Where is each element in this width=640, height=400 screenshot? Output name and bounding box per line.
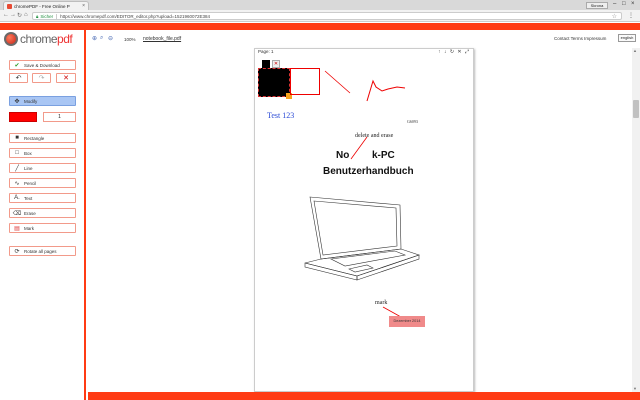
chromepdf-logo[interactable]: chrome pdf xyxy=(4,30,73,48)
document-title-no: No xyxy=(336,150,350,161)
logo-text-chrome: chrome xyxy=(20,32,58,46)
logo-text-pdf: pdf xyxy=(57,32,73,46)
undo-icon: ↶ xyxy=(15,75,22,82)
lock-icon: 🔒︎ xyxy=(36,13,39,19)
profile-button[interactable]: Skrona xyxy=(586,2,608,9)
line-icon: ╱ xyxy=(15,165,19,172)
box-outline-icon: □ xyxy=(15,150,19,156)
move-arrows-icon: ✥ xyxy=(14,98,20,105)
url-input[interactable]: 🔒︎ Sicher https://www.chromepdf.com/EDIT… xyxy=(32,12,622,20)
tool-rectangle[interactable]: ■ Rectangle xyxy=(9,133,76,143)
rotate-label: Rotate all pages xyxy=(24,248,57,254)
browser-tabstrip: chromePDF - Free Online P × Skrona – □ × xyxy=(0,0,640,10)
mark-text-annotation[interactable]: mark xyxy=(375,300,387,306)
zoom-level: 100% xyxy=(124,37,136,42)
save-download-button[interactable]: ✔ Save & Download xyxy=(9,60,76,70)
window-close-button[interactable]: × xyxy=(631,1,635,7)
undo-button[interactable]: ↶ xyxy=(9,73,28,83)
pencil-icon: ∿ xyxy=(14,180,20,187)
chromepdf-favicon-icon xyxy=(7,3,12,9)
footer-accent-bar xyxy=(88,392,640,400)
tool-label: Mark xyxy=(24,225,34,231)
home-icon[interactable]: ⌂ xyxy=(24,12,28,18)
redo-button[interactable]: ↷ xyxy=(32,73,51,83)
zoom-in-icon[interactable]: ⊕ xyxy=(92,35,97,42)
tool-label: Text xyxy=(24,195,33,201)
modify-button[interactable]: ✥ Modify xyxy=(9,96,76,106)
tool-mark[interactable]: ▤ Mark xyxy=(9,223,76,233)
checkmark-icon: ✔ xyxy=(14,62,20,69)
tool-label: Pencil xyxy=(24,180,37,186)
editor-toolbar: ⊕ ⌕ ⊖ 100% notebook_file.pdf Contact Ter… xyxy=(88,30,640,48)
rotate-icon: ⟳ xyxy=(14,248,20,255)
file-name[interactable]: notebook_file.pdf xyxy=(143,36,181,42)
tool-text[interactable]: A. Text xyxy=(9,193,76,203)
tab-chromepdf[interactable]: chromePDF - Free Online P × xyxy=(3,1,89,10)
tool-label: Rectangle xyxy=(24,135,45,141)
delete-erase-text-annotation[interactable]: delete and erase xyxy=(355,133,393,139)
tab-title: chromePDF - Free Online P xyxy=(14,3,70,9)
logo-circle-icon xyxy=(4,32,18,46)
tool-sidebar: chrome pdf ✔ Save & Download ↶ ↷ ✕ ✥ Modi… xyxy=(0,30,86,400)
bookmark-star-icon[interactable]: ☆ xyxy=(612,13,617,20)
delete-button[interactable]: ✕ xyxy=(56,73,76,83)
redo-icon: ↷ xyxy=(38,75,45,82)
back-icon[interactable]: ← xyxy=(3,12,9,18)
url-text: https://www.chromepdf.com/EDITOR_editor.… xyxy=(60,13,211,19)
modify-label: Modify xyxy=(24,98,38,104)
minimize-button[interactable]: – xyxy=(613,1,616,7)
footer-links[interactable]: Contact Terms Impressum xyxy=(554,36,606,41)
red-line-annotation xyxy=(324,70,351,94)
tab-close-icon[interactable]: × xyxy=(82,3,85,9)
tool-label: Box xyxy=(24,150,32,156)
tool-label: Erase xyxy=(24,210,36,216)
delete-strike-line xyxy=(350,136,368,160)
zoom-search-icon[interactable]: ⌕ xyxy=(100,35,103,42)
tool-erase[interactable]: ⌫ Erase xyxy=(9,208,76,218)
eraser-icon: ⌫ xyxy=(12,210,22,217)
language-select[interactable]: english xyxy=(618,34,636,42)
browser-menu-icon[interactable]: ⋮ xyxy=(628,12,634,19)
scrollbar-thumb[interactable] xyxy=(633,100,639,118)
pencil-scribble-annotation xyxy=(366,79,406,102)
text-icon: A. xyxy=(14,195,20,201)
tool-pencil[interactable]: ∿ Pencil xyxy=(9,178,76,188)
scroll-down-arrow-icon[interactable]: ▼ xyxy=(633,386,637,391)
color-picker[interactable] xyxy=(9,112,37,122)
maximize-button[interactable]: □ xyxy=(622,1,626,7)
address-bar: ← → ↻ ⌂ 🔒︎ Sicher https://www.chromepdf.… xyxy=(0,10,640,22)
filled-rectangle-icon: ■ xyxy=(15,135,19,141)
document-title-handbuch: Benutzerhandbuch xyxy=(323,166,414,177)
save-download-label: Save & Download xyxy=(24,62,60,68)
forward-icon[interactable]: → xyxy=(10,12,16,18)
pdf-page[interactable]: Page: 1 ↑ ↓ ↻ ✕ ⤢ ✕ Test 123 G6093 delet… xyxy=(254,48,474,392)
laptop-illustration xyxy=(304,196,420,281)
tool-label: Line xyxy=(24,165,33,171)
rotate-all-pages-button[interactable]: ⟳ Rotate all pages xyxy=(9,246,76,256)
marker-icon: ▤ xyxy=(14,225,20,232)
header-accent-bar xyxy=(0,23,640,30)
scroll-up-arrow-icon[interactable]: ▲ xyxy=(633,48,637,53)
model-code-text: G6093 xyxy=(407,119,418,124)
reload-icon[interactable]: ↻ xyxy=(17,12,22,19)
document-title-kpc: k-PC xyxy=(372,150,395,161)
stroke-width-input[interactable]: 1 xyxy=(43,112,76,122)
tool-line[interactable]: ╱ Line xyxy=(9,163,76,173)
secure-label: Sicher xyxy=(40,13,58,19)
test-text-annotation[interactable]: Test 123 xyxy=(267,111,294,120)
tool-box[interactable]: □ Box xyxy=(9,148,76,158)
annotation-drawings xyxy=(304,70,420,318)
date-highlight-mark[interactable]: Dezember 2014 xyxy=(389,316,425,327)
delete-x-icon: ✕ xyxy=(63,75,69,82)
zoom-out-icon[interactable]: ⊖ xyxy=(108,35,113,42)
